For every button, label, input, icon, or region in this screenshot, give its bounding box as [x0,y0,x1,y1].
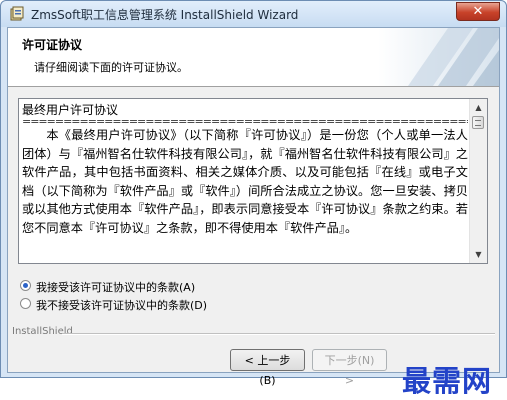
window-title: ZmsSoft职工信息管理系统 InstallShield Wizard [31,8,299,22]
page-subtitle: 请仔细阅读下面的许可证协议。 [34,61,188,74]
wizard-header: 许可证协议 请仔细阅读下面的许可证协议。 [8,28,499,87]
watermark-logo: 最需网 [402,364,493,398]
page-title: 许可证协议 [22,38,83,52]
scroll-up-icon[interactable]: ▲ [470,99,487,116]
next-button[interactable]: 下一步(N) > [312,349,387,387]
decline-radio[interactable] [20,298,31,309]
license-text-box[interactable]: 最终用户许可协议 ===============================… [18,98,488,264]
license-heading: 最终用户许可协议 [22,103,119,117]
accept-label[interactable]: 我接受该许可证协议中的条款(A) [36,279,195,295]
installshield-group-label: InstallShield [12,326,73,337]
installer-app-icon [10,6,24,21]
title-bar[interactable]: ZmsSoft职工信息管理系统 InstallShield Wizard ✕ [1,1,506,27]
close-icon: ✕ [472,4,484,19]
license-scrollbar[interactable]: ▲ ▼ [469,99,487,263]
license-body: 本《最终用户许可协议》（以下简称『许可协议』）是一份您（个人或单一法人团体）与『… [22,128,468,235]
scroll-down-icon[interactable]: ▼ [470,246,487,263]
wizard-client-area: 许可证协议 请仔细阅读下面的许可证协议。 最终用户许可协议 ==========… [7,27,500,398]
scroll-thumb[interactable] [472,116,484,129]
back-button[interactable]: < 上一步(B) [230,349,305,387]
installer-window: ZmsSoft职工信息管理系统 InstallShield Wizard ✕ 许… [0,0,507,398]
license-content: 最终用户许可协议 ===============================… [22,101,468,238]
accept-radio[interactable] [20,280,31,291]
decline-label[interactable]: 我不接受该许可证协议中的条款(D) [36,297,207,313]
license-divider: ========================================… [22,118,468,126]
close-button[interactable]: ✕ [456,2,500,21]
footer-divider [62,333,495,335]
banner-graphic-icon [378,28,499,86]
